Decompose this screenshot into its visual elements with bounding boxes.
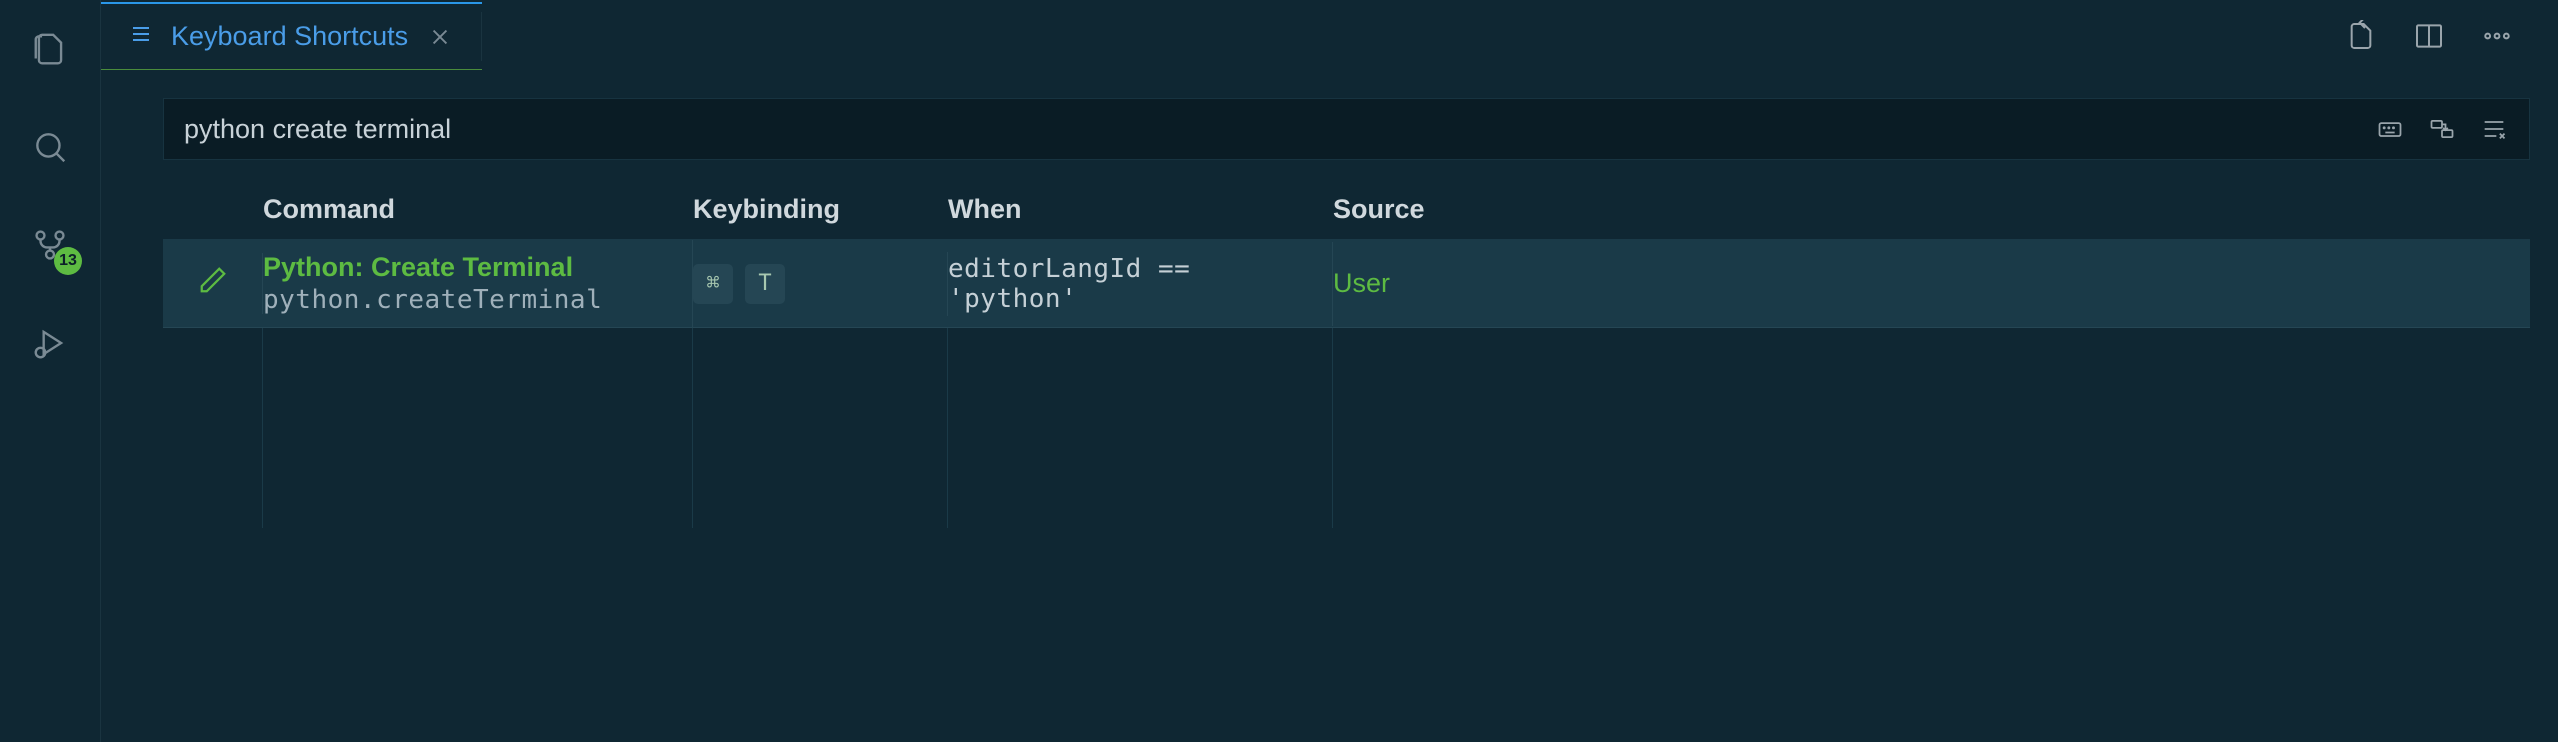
split-editor-icon[interactable]: [2412, 19, 2446, 53]
sort-precedence-icon[interactable]: [2427, 114, 2457, 144]
source-cell: User: [1333, 256, 2530, 311]
table-row[interactable]: Python: Create Terminal python.createTer…: [163, 240, 2530, 328]
command-id: python.createTerminal: [263, 285, 602, 315]
tab-keyboard-shortcuts[interactable]: Keyboard Shortcuts: [101, 2, 482, 70]
open-file-icon[interactable]: [2344, 19, 2378, 53]
command-title: Python: Create Terminal: [263, 252, 602, 283]
th-keybinding[interactable]: Keybinding: [693, 194, 948, 225]
when-cell: editorLangId == 'python': [948, 242, 1333, 326]
explorer-icon[interactable]: [26, 25, 74, 73]
activity-bar: 13: [0, 0, 100, 742]
search-actions: [2375, 114, 2509, 144]
search-row: [163, 98, 2530, 160]
tab-label: Keyboard Shortcuts: [171, 21, 408, 52]
search-input[interactable]: [184, 114, 2355, 145]
editor-main: Keyboard Shortcuts: [100, 0, 2558, 742]
command-cell: Python: Create Terminal python.createTer…: [263, 240, 693, 327]
th-when[interactable]: When: [948, 194, 1333, 225]
source-control-icon[interactable]: 13: [26, 221, 74, 269]
run-debug-icon[interactable]: [26, 319, 74, 367]
table-header: Command Keybinding When Source: [163, 180, 2530, 240]
list-icon: [129, 22, 153, 51]
th-source[interactable]: Source: [1333, 194, 2530, 225]
search-icon[interactable]: [26, 123, 74, 171]
editor-actions: [2344, 19, 2538, 53]
empty-rows: [163, 328, 2530, 528]
clear-search-icon[interactable]: [2479, 114, 2509, 144]
scm-badge: 13: [54, 247, 82, 275]
pencil-icon[interactable]: [198, 265, 228, 302]
key-chip: ⌘: [693, 264, 733, 304]
when-expression: editorLangId == 'python': [948, 254, 1332, 314]
edit-cell: [163, 253, 263, 314]
keybinding-cell: ⌘ T: [693, 252, 948, 316]
shortcuts-table: Command Keybinding When Source Python: C…: [163, 180, 2530, 528]
tabs-bar: Keyboard Shortcuts: [101, 0, 2558, 70]
source-value: User: [1333, 268, 1390, 299]
more-actions-icon[interactable]: [2480, 19, 2514, 53]
keyboard-shortcuts-editor: Command Keybinding When Source Python: C…: [101, 70, 2558, 742]
th-command[interactable]: Command: [263, 194, 693, 225]
record-keys-icon[interactable]: [2375, 114, 2405, 144]
key-chip: T: [745, 264, 785, 304]
tab-close-button[interactable]: [426, 23, 454, 51]
